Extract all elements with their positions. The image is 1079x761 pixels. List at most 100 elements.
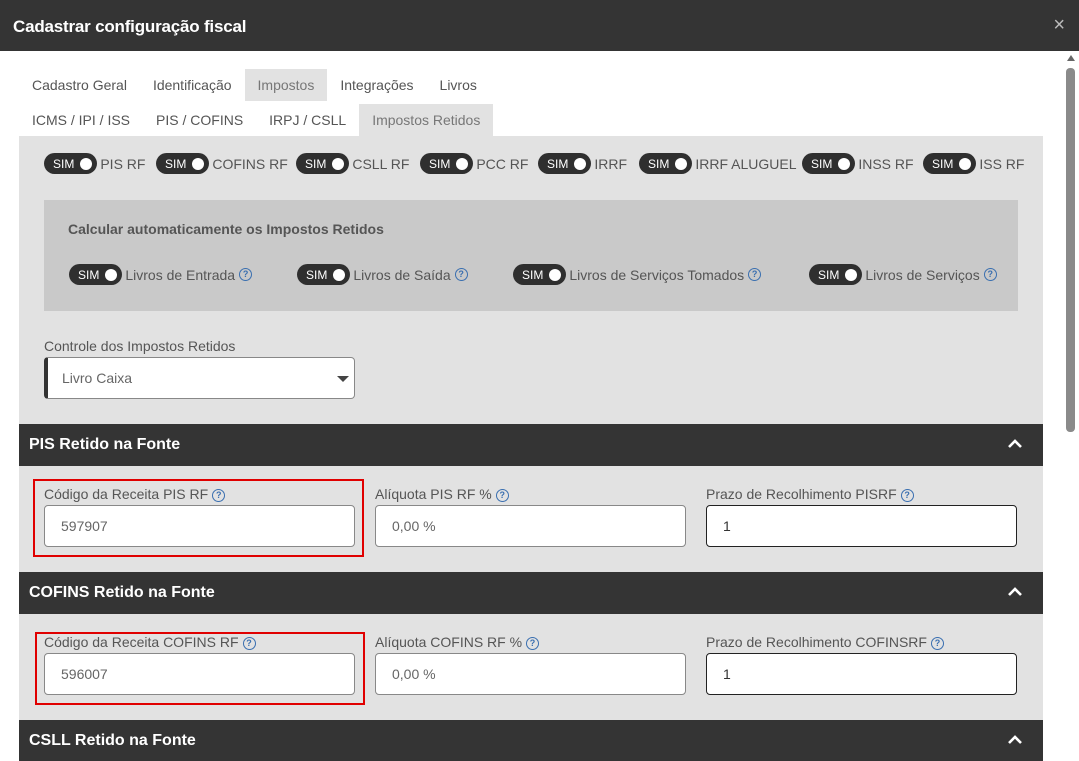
toggle-state: SIM	[165, 156, 187, 171]
tab-identificacao[interactable]: Identificação	[140, 69, 245, 101]
cofins-codigo-label: Código da Receita COFINS RF?	[44, 634, 256, 650]
help-icon[interactable]: ?	[454, 268, 468, 281]
chevron-up-icon[interactable]	[1006, 731, 1024, 749]
toggle-switch[interactable]: SIM	[69, 264, 123, 285]
toggle-pcc-rf[interactable]: SIM PCC RF	[420, 153, 528, 174]
toggle-label: PCC RF	[476, 155, 529, 172]
toggle-knob	[574, 157, 587, 170]
tab-impostos[interactable]: Impostos	[244, 69, 328, 101]
toggle-switch[interactable]: SIM	[809, 264, 863, 285]
control-label: Controle dos Impostos Retidos	[44, 338, 236, 354]
toggle-label: PIS RF	[100, 155, 146, 172]
toggle-irrf-aluguel[interactable]: SIM IRRF ALUGUEL	[639, 153, 796, 174]
toggle-iss-rf[interactable]: SIM ISS RF	[923, 153, 1024, 174]
toggle-label: Livros de Entrada	[125, 266, 236, 283]
help-icon[interactable]: ?	[930, 636, 944, 650]
toggle-state: SIM	[53, 156, 75, 171]
toggle-switch[interactable]: SIM	[296, 153, 350, 174]
toggle-switch[interactable]: SIM	[639, 153, 693, 174]
pis-prazo-input[interactable]: 1	[706, 505, 1017, 547]
scroll-up-arrow-icon[interactable]	[1067, 55, 1075, 61]
auto-calc-box: Calcular automaticamente os Impostos Ret…	[44, 200, 1018, 311]
toggle-label: Livros de Serviços	[865, 266, 980, 283]
dialog-title: Cadastrar configuração fiscal	[13, 17, 247, 36]
input-value: 596007	[61, 666, 108, 682]
toggle-state: SIM	[306, 267, 328, 282]
cofins-aliquota-input[interactable]: 0,00 %	[375, 653, 686, 695]
tab-irpj-csll[interactable]: IRPJ / CSLL	[256, 104, 359, 136]
tab-content-panel: SIM PIS RF SIM COFINS RF SIM CSLL RF SIM…	[19, 136, 1043, 761]
caret-down-icon	[337, 376, 349, 382]
toggle-cofins-rf[interactable]: SIM COFINS RF	[156, 153, 288, 174]
toggle-livros-entrada[interactable]: SIM Livros de Entrada ?	[69, 264, 253, 285]
help-icon[interactable]: ?	[212, 488, 226, 502]
toggle-state: SIM	[648, 156, 670, 171]
tab-impostos-retidos[interactable]: Impostos Retidos	[359, 104, 494, 136]
toggle-knob	[333, 268, 346, 281]
toggle-csll-rf[interactable]: SIM CSLL RF	[296, 153, 409, 174]
toggle-knob	[675, 157, 688, 170]
chevron-up-icon[interactable]	[1006, 583, 1024, 601]
toggle-switch[interactable]: SIM	[538, 153, 592, 174]
toggle-switch[interactable]: SIM	[156, 153, 210, 174]
input-value: 1	[723, 666, 731, 682]
toggle-label: COFINS RF	[212, 155, 288, 172]
label-text: Código da Receita COFINS RF	[44, 634, 239, 650]
pis-codigo-input[interactable]: 597907	[44, 505, 355, 547]
close-icon[interactable]: ×	[1053, 15, 1065, 35]
toggle-switch[interactable]: SIM	[297, 264, 351, 285]
help-icon[interactable]: ?	[900, 488, 914, 502]
toggle-livros-saida[interactable]: SIM Livros de Saída ?	[297, 264, 468, 285]
help-icon[interactable]: ?	[242, 636, 256, 650]
pis-codigo-label: Código da Receita PIS RF?	[44, 486, 226, 502]
tab-integracoes[interactable]: Integrações	[327, 69, 426, 101]
chevron-up-icon[interactable]	[1006, 435, 1024, 453]
toggle-label: Livros de Saída	[353, 266, 451, 283]
toggle-switch[interactable]: SIM	[923, 153, 977, 174]
control-select-value: Livro Caixa	[62, 370, 133, 386]
toggle-label: ISS RF	[979, 155, 1025, 172]
toggle-irrf[interactable]: SIM IRRF	[538, 153, 627, 174]
help-icon[interactable]: ?	[239, 268, 253, 281]
tab-pis-cofins[interactable]: PIS / COFINS	[143, 104, 256, 136]
toggle-switch[interactable]: SIM	[802, 153, 856, 174]
label-text: Prazo de Recolhimento PISRF	[706, 486, 897, 502]
help-icon[interactable]: ?	[495, 488, 509, 502]
toggle-inss-rf[interactable]: SIM INSS RF	[802, 153, 914, 174]
help-icon[interactable]: ?	[983, 268, 997, 281]
toggle-label: IRRF	[594, 155, 628, 172]
tab-icms-ipi-iss[interactable]: ICMS / IPI / ISS	[19, 104, 143, 136]
toggle-state: SIM	[429, 156, 451, 171]
toggle-switch[interactable]: SIM	[513, 264, 567, 285]
input-value: 597907	[61, 518, 108, 534]
section-pis-header[interactable]: PIS Retido na Fonte	[19, 424, 1043, 466]
toggle-pis-rf[interactable]: SIM PIS RF	[44, 153, 145, 174]
control-select[interactable]: Livro Caixa	[44, 357, 355, 399]
toggle-knob	[332, 157, 345, 170]
toggle-state: SIM	[78, 267, 100, 282]
toggle-knob	[959, 157, 972, 170]
toggle-switch[interactable]: SIM	[420, 153, 474, 174]
toggle-livros-servicos-tomados[interactable]: SIM Livros de Serviços Tomados ?	[513, 264, 762, 285]
pis-aliquota-input[interactable]: 0,00 %	[375, 505, 686, 547]
auto-calc-title: Calcular automaticamente os Impostos Ret…	[68, 221, 384, 237]
help-icon[interactable]: ?	[526, 636, 540, 650]
section-title: PIS Retido na Fonte	[29, 436, 181, 453]
cofins-codigo-input[interactable]: 596007	[44, 653, 355, 695]
tab-livros[interactable]: Livros	[427, 69, 490, 101]
help-icon[interactable]: ?	[748, 268, 762, 281]
toggle-livros-servicos[interactable]: SIM Livros de Serviços ?	[809, 264, 997, 285]
toggle-switch[interactable]: SIM	[44, 153, 98, 174]
toggle-knob	[838, 157, 851, 170]
pis-prazo-label: Prazo de Recolhimento PISRF?	[706, 486, 914, 502]
label-text: Alíquota PIS RF %	[375, 486, 492, 502]
scrollbar-thumb[interactable]	[1066, 68, 1075, 432]
cofins-aliquota-label: Alíquota COFINS RF %?	[375, 634, 540, 650]
toggle-knob	[192, 157, 205, 170]
section-csll-header[interactable]: CSLL Retido na Fonte	[19, 720, 1043, 761]
cofins-prazo-input[interactable]: 1	[706, 653, 1017, 695]
tab-cadastro-geral[interactable]: Cadastro Geral	[19, 69, 140, 101]
toggle-knob	[80, 157, 93, 170]
section-cofins-header[interactable]: COFINS Retido na Fonte	[19, 572, 1043, 614]
pis-aliquota-label: Alíquota PIS RF %?	[375, 486, 509, 502]
